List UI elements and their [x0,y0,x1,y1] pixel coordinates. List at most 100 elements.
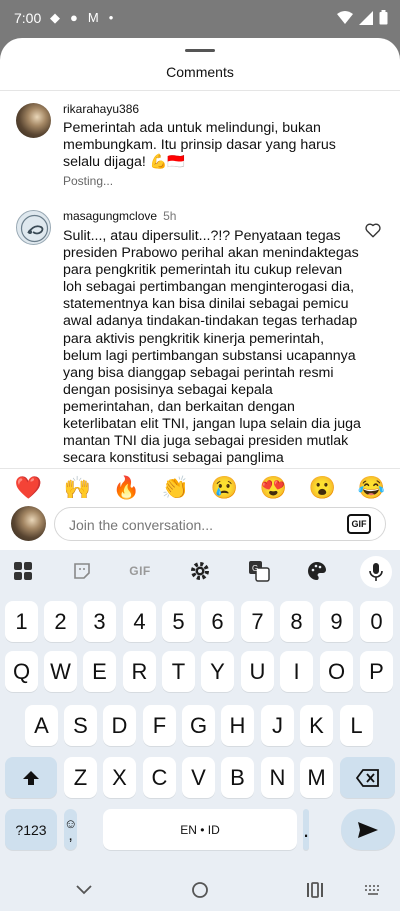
title-divider [0,90,400,91]
microphone-icon[interactable] [360,556,392,588]
key-9[interactable]: 9 [320,601,353,642]
key-8[interactable]: 8 [280,601,313,642]
key-j[interactable]: J [261,705,294,746]
key-7[interactable]: 7 [241,601,274,642]
comment-time: 5h [163,209,177,223]
key-q[interactable]: Q [5,651,38,692]
key-h[interactable]: H [221,705,254,746]
reaction-clap[interactable]: 👏 [162,475,189,500]
reaction-laugh[interactable]: 😂 [358,475,385,500]
shift-arrow-icon [23,770,39,785]
comma-label: , [68,827,73,844]
key-0[interactable]: 0 [360,601,393,642]
send-arrow-icon [358,821,378,838]
reaction-cry[interactable]: 😢 [211,475,238,500]
settings-gear-icon[interactable] [187,558,213,584]
notification-mail-icon: M [87,10,99,25]
space-key[interactable]: EN • ID [103,809,297,850]
key-v[interactable]: V [182,757,215,798]
sheet-title: Comments [166,64,234,80]
key-4[interactable]: 4 [123,601,156,642]
apps-grid-icon[interactable] [10,558,36,584]
key-z[interactable]: Z [64,757,97,798]
key-c[interactable]: C [143,757,176,798]
key-1[interactable]: 1 [5,601,38,642]
nav-home-icon[interactable] [189,879,211,901]
period-key[interactable]: . [303,809,310,850]
key-x[interactable]: X [103,757,136,798]
key-w[interactable]: W [44,651,77,692]
comments-sheet: Comments rikarahayu386 Pemerintah ada un… [0,38,400,911]
username-text[interactable]: rikarahayu386 [63,102,139,116]
reaction-wow[interactable]: 😮 [309,475,336,500]
avatar[interactable] [16,210,51,245]
key-s[interactable]: S [64,705,97,746]
key-3[interactable]: 3 [83,601,116,642]
navigation-bar [0,867,400,911]
comment-text: Sulit..., atau dipersulit...?!? Penyataa… [63,228,361,467]
key-a[interactable]: A [25,705,58,746]
space-key-label: EN • ID [180,822,220,837]
key-t[interactable]: T [162,651,195,692]
keyboard-toolbar: GIF G [0,550,400,592]
reaction-heart-eyes[interactable]: 😍 [260,475,287,500]
translate-icon[interactable]: G [246,558,272,584]
notification-dot-icon: • [108,10,114,25]
key-e[interactable]: E [83,651,116,692]
key-d[interactable]: D [103,705,136,746]
battery-icon [379,10,388,25]
status-notification-icons: ◆ ● M • [50,10,113,26]
key-m[interactable]: M [300,757,333,798]
symbols-key[interactable]: ?123 [5,809,57,850]
key-p[interactable]: P [360,651,393,692]
like-heart-icon[interactable] [364,221,382,239]
key-b[interactable]: B [221,757,254,798]
key-6[interactable]: 6 [201,601,234,642]
backspace-key[interactable] [340,757,395,798]
scorpion-logo-icon [20,214,49,243]
nav-back-chevron-icon[interactable] [73,879,95,901]
key-i[interactable]: I [280,651,313,692]
key-l[interactable]: L [340,705,373,746]
key-2[interactable]: 2 [44,601,77,642]
key-n[interactable]: N [261,757,294,798]
comment-username[interactable]: rikarahayu386 [63,102,139,116]
key-k[interactable]: K [300,705,333,746]
status-system-icons [337,10,388,25]
comment-text: Pemerintah ada untuk melindungi, bukan m… [63,120,336,171]
theme-palette-icon[interactable] [304,558,330,584]
key-y[interactable]: Y [201,651,234,692]
reaction-heart[interactable]: ❤️ [15,475,42,500]
comment-username[interactable]: masagungmclove 5h [63,209,176,223]
composer-row: Join the conversation... GIF [0,504,400,552]
comment-input[interactable]: Join the conversation... GIF [54,507,386,541]
wifi-icon [337,10,353,24]
shift-key[interactable] [5,757,57,798]
status-bar: 7:00 ◆ ● M • [0,0,400,38]
send-key[interactable] [341,809,395,850]
key-r[interactable]: R [123,651,156,692]
nav-recents-icon[interactable] [304,879,326,901]
gif-toolbar-button[interactable]: GIF [127,558,153,584]
key-f[interactable]: F [143,705,176,746]
key-o[interactable]: O [320,651,353,692]
keyboard-switch-icon[interactable] [362,879,384,901]
comment-input-placeholder[interactable]: Join the conversation... [69,517,213,533]
posting-status: Posting... [63,174,114,188]
sticker-icon[interactable] [69,558,95,584]
gif-toolbar-label[interactable]: GIF [129,564,151,578]
username-text[interactable]: masagungmclove [63,209,157,223]
key-5[interactable]: 5 [162,601,195,642]
key-g[interactable]: G [182,705,215,746]
gif-button[interactable]: GIF [347,514,371,534]
status-time: 7:00 [14,10,42,26]
emoji-comma-key[interactable]: ☺ , [64,809,78,850]
avatar[interactable] [16,103,51,138]
svg-text:G: G [252,564,258,573]
reaction-raised-hands[interactable]: 🙌 [64,475,91,500]
drag-handle[interactable] [185,49,215,52]
backspace-icon [355,768,379,787]
key-u[interactable]: U [241,651,274,692]
notification-app-icon: ◆ [50,10,60,25]
reaction-fire[interactable]: 🔥 [113,475,140,500]
